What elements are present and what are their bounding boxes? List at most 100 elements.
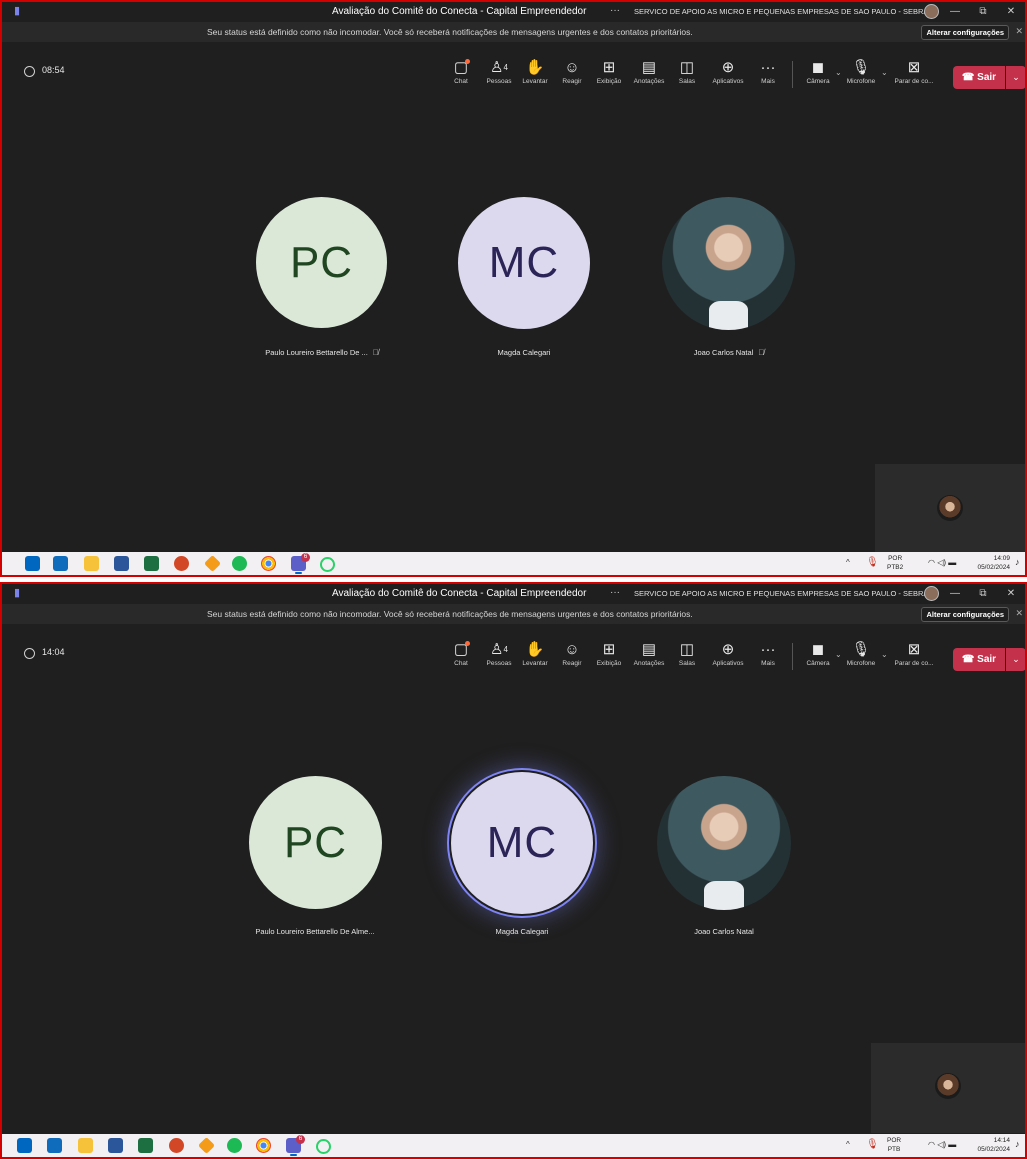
notification-close-icon[interactable]: ✕ bbox=[1015, 26, 1023, 37]
toolbar-separator bbox=[792, 643, 793, 670]
spotify-icon[interactable] bbox=[232, 556, 247, 571]
chat-unread-dot bbox=[465, 59, 470, 64]
leave-button[interactable]: ☎ Sair bbox=[953, 648, 1005, 671]
excel-icon[interactable] bbox=[144, 556, 159, 571]
dnd-notification-bar: Seu status está definido como não incomo… bbox=[2, 22, 1025, 42]
participant-avatar-mc[interactable]: MC bbox=[458, 197, 590, 329]
notification-close-icon[interactable]: ✕ bbox=[1015, 608, 1023, 619]
spotify-icon[interactable] bbox=[227, 1138, 242, 1153]
microphone-options-chevron-icon[interactable]: ⌄ bbox=[881, 650, 888, 659]
more-options-icon[interactable]: ··· bbox=[610, 587, 620, 598]
input-language[interactable]: POR PTB bbox=[887, 1136, 901, 1154]
outlook-icon[interactable] bbox=[53, 556, 68, 571]
participant-name-tag: Magda Calegari bbox=[422, 927, 622, 936]
leave-options-chevron-icon[interactable]: ⌄ bbox=[1006, 66, 1025, 89]
close-button[interactable]: ✕ bbox=[997, 584, 1025, 604]
change-settings-button[interactable]: Alterar configurações bbox=[921, 25, 1009, 40]
battery-icon: ▬ bbox=[948, 558, 957, 567]
whatsapp-icon[interactable] bbox=[316, 1139, 331, 1154]
system-tray-icons[interactable]: ◠ ◁) ▬ bbox=[928, 558, 956, 567]
microphone-in-use-icon[interactable]: 🎙 bbox=[866, 1139, 879, 1150]
powerpoint-icon[interactable] bbox=[174, 556, 189, 571]
word-icon[interactable] bbox=[114, 556, 129, 571]
rooms-button[interactable]: ◫ Salas bbox=[664, 59, 710, 85]
account-avatar[interactable] bbox=[924, 4, 939, 19]
participant-name-tag: Joao Carlos Natal 🎙̸ bbox=[629, 348, 829, 357]
volume-icon: ◁) bbox=[937, 558, 947, 567]
meeting-title: Avaliação do Comitê do Conecta - Capital… bbox=[332, 6, 587, 17]
system-clock[interactable]: 14:09 05/02/2024 bbox=[970, 554, 1010, 572]
participant-avatar-pc[interactable]: PC bbox=[249, 776, 382, 909]
meeting-toolbar: 14:04 ▢ Chat ♙4 Pessoas ✋ Levantar ☺ Rea… bbox=[2, 624, 1025, 677]
system-tray-icons[interactable]: ◠ ◁) ▬ bbox=[928, 1140, 956, 1149]
battery-icon: ▬ bbox=[948, 1140, 957, 1149]
more-button[interactable]: ··· Mais bbox=[745, 59, 791, 85]
restore-button[interactable]: ⧉ bbox=[969, 2, 997, 22]
microphone-button[interactable]: 🎙 Microfone bbox=[838, 59, 884, 85]
participant-name-tag: Joao Carlos Natal bbox=[624, 927, 824, 936]
meeting-toolbar: 08:54 ▢ Chat ♙4 Pessoas ✋ Levantar ☺ Rea… bbox=[2, 42, 1025, 95]
microphone-button[interactable]: 🎙 Microfone bbox=[838, 641, 884, 667]
microphone-options-chevron-icon[interactable]: ⌄ bbox=[881, 68, 888, 77]
word-icon[interactable] bbox=[108, 1138, 123, 1153]
rooms-button[interactable]: ◫ Salas bbox=[664, 641, 710, 667]
leave-options-chevron-icon[interactable]: ⌄ bbox=[1006, 648, 1025, 671]
participant-photo-joao[interactable] bbox=[657, 776, 791, 910]
system-clock[interactable]: 14:14 05/02/2024 bbox=[970, 1136, 1010, 1154]
stop-sharing-button[interactable]: ⊠ Parar de co... bbox=[891, 641, 937, 667]
wifi-icon: ◠ bbox=[928, 1140, 935, 1149]
teams-icon[interactable]: 6 bbox=[291, 553, 310, 574]
participant-name-tag: Magda Calegari bbox=[424, 348, 624, 357]
show-hidden-icons-chevron-icon[interactable]: ^ bbox=[846, 558, 850, 567]
change-settings-button[interactable]: Alterar configurações bbox=[921, 607, 1009, 622]
snipping-tool-icon[interactable] bbox=[204, 555, 221, 572]
stop-sharing-button[interactable]: ⊠ Parar de co... bbox=[891, 59, 937, 85]
powerpoint-icon[interactable] bbox=[169, 1138, 184, 1153]
restore-button[interactable]: ⧉ bbox=[969, 584, 997, 604]
teams-icon[interactable]: 6 bbox=[286, 1135, 305, 1156]
people-count: 4 bbox=[503, 63, 508, 72]
input-language[interactable]: POR PTB2 bbox=[887, 554, 903, 572]
show-hidden-icons-chevron-icon[interactable]: ^ bbox=[846, 1140, 850, 1149]
self-view-tile[interactable] bbox=[871, 1043, 1025, 1133]
dnd-notification-text: Seu status está definido como não incomo… bbox=[207, 609, 693, 619]
more-button[interactable]: ··· Mais bbox=[745, 641, 791, 667]
stop-share-icon: ⊠ bbox=[907, 59, 921, 76]
leave-label: Sair bbox=[977, 654, 997, 665]
dnd-notification-bar: Seu status está definido como não incomo… bbox=[2, 604, 1025, 624]
account-avatar[interactable] bbox=[924, 586, 939, 601]
outlook-icon[interactable] bbox=[47, 1138, 62, 1153]
participant-avatar-mc[interactable]: MC bbox=[451, 772, 593, 914]
notification-bell-icon[interactable]: ♪ bbox=[1015, 557, 1020, 567]
self-view-tile[interactable] bbox=[875, 464, 1025, 555]
microphone-in-use-icon[interactable]: 🎙 bbox=[866, 557, 879, 568]
windows-start-icon[interactable] bbox=[17, 1138, 32, 1153]
close-button[interactable]: ✕ bbox=[997, 2, 1025, 22]
camera-label: Câmera bbox=[806, 660, 830, 667]
whatsapp-icon[interactable] bbox=[320, 557, 335, 572]
mic-off-icon: 🎙̸ bbox=[372, 348, 379, 357]
self-view-avatar bbox=[935, 1073, 961, 1099]
file-explorer-icon[interactable] bbox=[78, 1138, 93, 1153]
snipping-tool-icon[interactable] bbox=[198, 1137, 215, 1154]
participant-name: Joao Carlos Natal bbox=[693, 348, 754, 357]
excel-icon[interactable] bbox=[138, 1138, 153, 1153]
chrome-icon[interactable] bbox=[261, 556, 276, 571]
language-code: POR bbox=[888, 555, 903, 562]
minimize-button[interactable]: — bbox=[941, 584, 969, 604]
chrome-icon[interactable] bbox=[256, 1138, 271, 1153]
photo-detail bbox=[708, 300, 749, 330]
volume-icon: ◁) bbox=[937, 1140, 947, 1149]
participant-avatar-pc[interactable]: PC bbox=[256, 197, 387, 328]
leave-button[interactable]: ☎ Sair bbox=[953, 66, 1005, 89]
more-options-icon[interactable]: ··· bbox=[610, 5, 620, 16]
participant-photo-joao[interactable] bbox=[662, 197, 795, 330]
active-indicator bbox=[295, 572, 302, 574]
toolbar-separator bbox=[792, 61, 793, 88]
windows-start-icon[interactable] bbox=[25, 556, 40, 571]
minimize-button[interactable]: — bbox=[941, 2, 969, 22]
wifi-icon: ◠ bbox=[928, 558, 935, 567]
microphone-icon: 🎙 bbox=[851, 641, 871, 658]
notification-bell-icon[interactable]: ♪ bbox=[1015, 1139, 1020, 1149]
file-explorer-icon[interactable] bbox=[84, 556, 99, 571]
